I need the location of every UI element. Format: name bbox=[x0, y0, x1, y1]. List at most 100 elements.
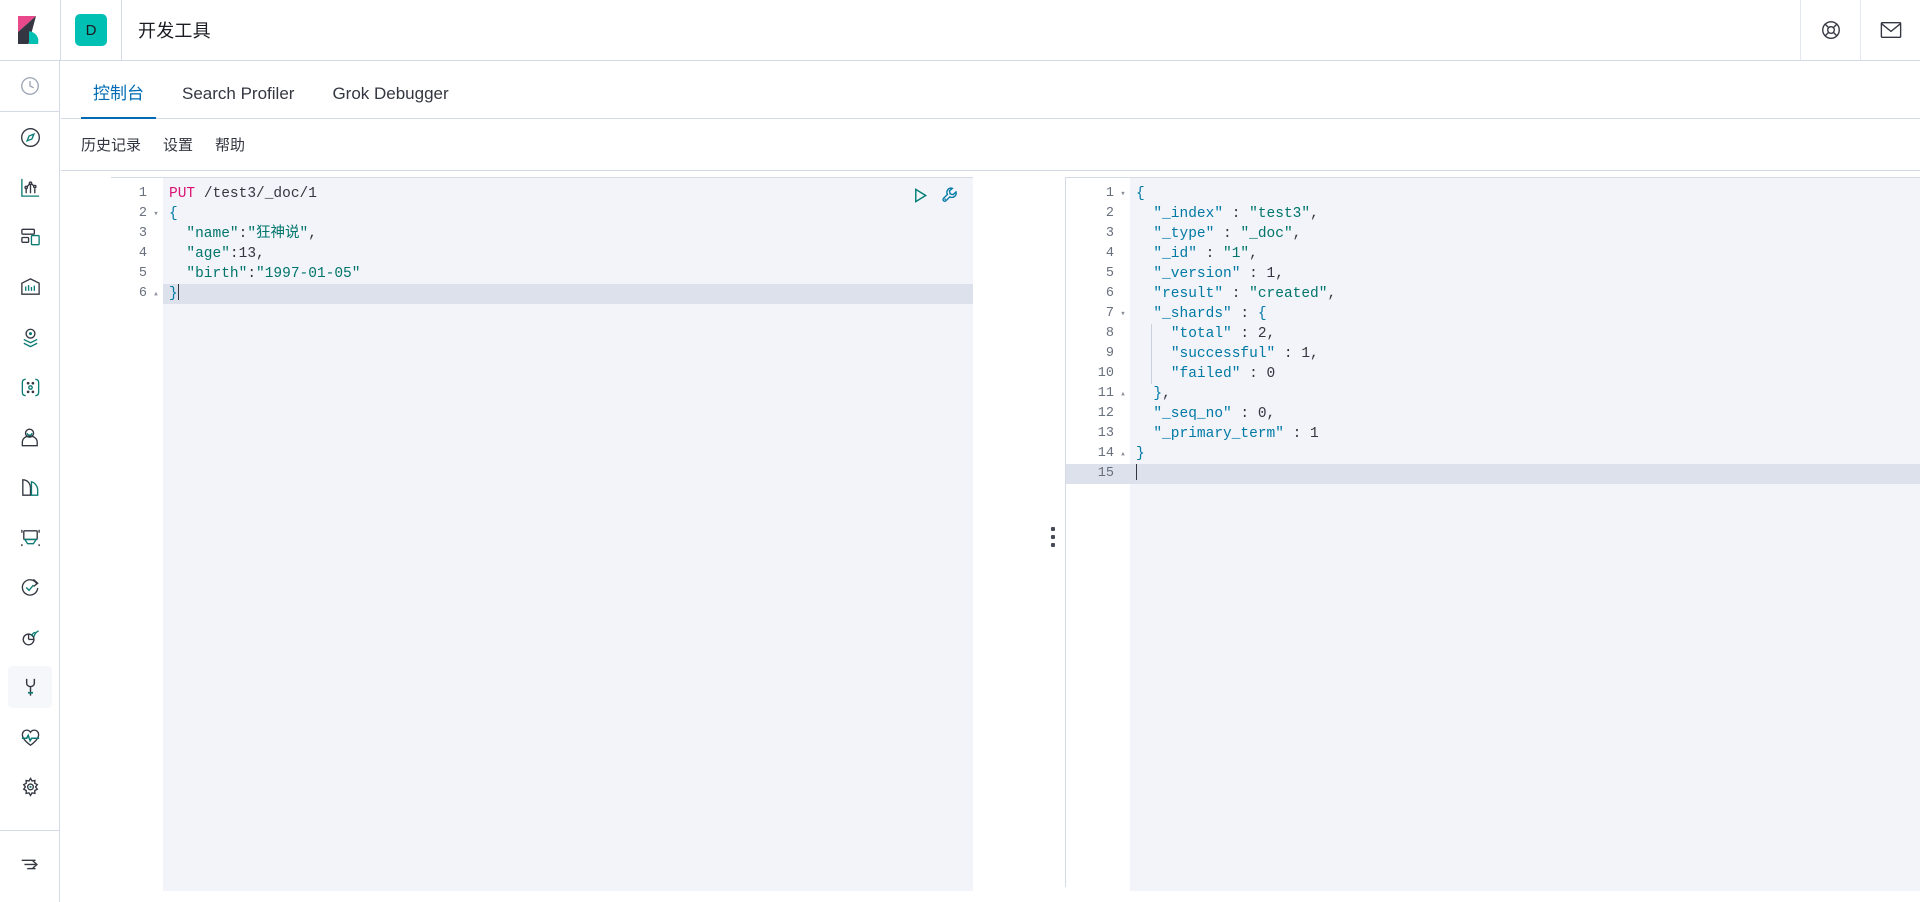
presentation-icon bbox=[20, 277, 40, 295]
line-text bbox=[1136, 464, 1137, 484]
line-text: "name":"狂神说", bbox=[169, 224, 317, 244]
code-line[interactable]: 7 ▾ "_shards" : { bbox=[1066, 304, 1920, 324]
bar-chart-icon bbox=[20, 178, 39, 197]
map-pin-layers-icon bbox=[22, 328, 38, 347]
token: } bbox=[169, 286, 178, 302]
code-line[interactable]: 1 ▾{ bbox=[1066, 184, 1920, 204]
panel-resize-handle[interactable] bbox=[1041, 171, 1065, 902]
code-line[interactable]: 2 "_index" : "test3", bbox=[1066, 204, 1920, 224]
token: , bbox=[1266, 326, 1276, 342]
sidebar-item-dashboard[interactable] bbox=[0, 212, 60, 262]
line-text: "_version" : 1, bbox=[1136, 264, 1284, 284]
token: "test3" bbox=[1249, 206, 1311, 222]
response-editor[interactable]: 1 ▾{2 "_index" : "test3", 3 "_type" : "_do… bbox=[1066, 177, 1920, 891]
token: , bbox=[1266, 406, 1276, 422]
sidebar-item-stack-monitoring[interactable] bbox=[0, 712, 60, 762]
code-fold-toggle[interactable]: ▾ bbox=[1118, 184, 1128, 204]
top-header: D 开发工具 bbox=[0, 0, 1920, 61]
code-fold-toggle[interactable]: ▾ bbox=[151, 204, 161, 224]
code-line[interactable]: 1 PUT /test3/_doc/1 bbox=[111, 184, 973, 204]
token: , bbox=[1310, 206, 1319, 222]
code-line[interactable]: 4 "_id" : "1", bbox=[1066, 244, 1920, 264]
sidebar-item-discover[interactable] bbox=[0, 112, 60, 162]
code-line[interactable]: 11 ▴ }, bbox=[1066, 384, 1920, 404]
code-line[interactable]: 6 ▴} bbox=[111, 284, 973, 304]
tab-grok-debugger[interactable]: Grok Debugger bbox=[320, 85, 460, 118]
sidebar-item-metrics[interactable] bbox=[0, 512, 60, 562]
line-number: 6 bbox=[1105, 286, 1114, 301]
line-number: 4 bbox=[138, 246, 147, 261]
line-number: 1 bbox=[138, 186, 147, 201]
code-line[interactable]: 4 "age":13, bbox=[111, 244, 973, 264]
subnav-settings[interactable]: 设置 bbox=[163, 134, 193, 155]
code-line[interactable]: 3 "_type" : "_doc", bbox=[1066, 224, 1920, 244]
token: "created" bbox=[1249, 286, 1328, 302]
code-line[interactable]: 8 "total" : 2, bbox=[1066, 324, 1920, 344]
code-line[interactable]: 12 "_seq_no" : 0, bbox=[1066, 404, 1920, 424]
code-line[interactable]: 13 "_primary_term" : 1 bbox=[1066, 424, 1920, 444]
sidebar-item-management[interactable] bbox=[0, 762, 60, 812]
subnav-help[interactable]: 帮助 bbox=[215, 134, 245, 155]
help-button[interactable] bbox=[1800, 0, 1860, 60]
sidebar-item-infrastructure[interactable] bbox=[0, 412, 60, 462]
sidebar-item-apm[interactable] bbox=[0, 612, 60, 662]
line-text: "age":13, bbox=[169, 244, 265, 264]
dashboard-icon bbox=[20, 228, 40, 245]
news-feed-button[interactable] bbox=[1860, 0, 1920, 60]
token: "total" bbox=[1170, 326, 1232, 342]
code-line[interactable]: 5 "_version" : 1, bbox=[1066, 264, 1920, 284]
sidebar-item-uptime[interactable] bbox=[0, 562, 60, 612]
tab-search-profiler[interactable]: Search Profiler bbox=[170, 85, 306, 118]
sidebar-item-canvas[interactable] bbox=[0, 262, 60, 312]
line-text: "birth":"1997-01-05" bbox=[169, 264, 360, 284]
code-line[interactable]: 10 "failed" : 0 bbox=[1066, 364, 1920, 384]
response-lines[interactable]: 1 ▾{2 "_index" : "test3", 3 "_type" : "_do… bbox=[1066, 184, 1920, 484]
token: : bbox=[1231, 306, 1258, 322]
sidebar-item-logs[interactable] bbox=[0, 462, 60, 512]
code-line[interactable]: 6 "result" : "created", bbox=[1066, 284, 1920, 304]
kibana-logo-button[interactable] bbox=[0, 0, 60, 60]
code-line[interactable]: 3 "name":"狂神说", bbox=[111, 224, 973, 244]
compass-icon bbox=[20, 127, 40, 147]
token: PUT bbox=[169, 186, 196, 202]
request-lines[interactable]: 1 PUT /test3/_doc/1 2 ▾{3 "name":"狂神说", 4 "a… bbox=[111, 184, 973, 304]
code-line[interactable]: 2 ▾{ bbox=[111, 204, 973, 224]
token: 1 bbox=[1266, 266, 1276, 282]
metrics-monitor-icon bbox=[20, 529, 40, 546]
code-fold-toggle[interactable]: ▴ bbox=[1118, 444, 1128, 464]
graph-nodes-icon bbox=[21, 378, 39, 396]
space-avatar[interactable]: D bbox=[75, 14, 107, 46]
sidebar-item-dev-tools[interactable] bbox=[0, 662, 60, 712]
wrench-menu-icon bbox=[942, 187, 957, 202]
user-profile-icon bbox=[21, 427, 38, 446]
code-line[interactable]: 5 "birth":"1997-01-05" bbox=[111, 264, 973, 284]
token: : bbox=[1231, 326, 1258, 342]
run-request-button[interactable] bbox=[912, 187, 929, 209]
line-text: "_primary_term" : 1 bbox=[1136, 424, 1318, 444]
code-fold-toggle[interactable]: ▴ bbox=[1118, 384, 1128, 404]
sidebar-item-collapse-nav[interactable] bbox=[0, 839, 60, 889]
request-editor[interactable]: 1 PUT /test3/_doc/1 2 ▾{3 "name":"狂神说", 4 "a… bbox=[111, 177, 973, 891]
tab-console[interactable]: 控制台 bbox=[81, 85, 156, 119]
request-menu-button[interactable] bbox=[941, 186, 959, 209]
code-line[interactable]: 15 bbox=[1066, 464, 1920, 484]
sidebar-item-visualize[interactable] bbox=[0, 162, 60, 212]
sidebar-item-recently-viewed[interactable] bbox=[0, 61, 60, 111]
token: : bbox=[1240, 366, 1267, 382]
code-fold-toggle[interactable]: ▾ bbox=[1118, 304, 1128, 324]
line-text: }, bbox=[1136, 384, 1170, 404]
token: , bbox=[256, 246, 265, 262]
sidebar-item-machine-learning[interactable] bbox=[0, 362, 60, 412]
sidebar-item-maps[interactable] bbox=[0, 312, 60, 362]
token: "_type" bbox=[1153, 226, 1215, 242]
code-fold-toggle[interactable]: ▴ bbox=[151, 284, 161, 304]
token: , bbox=[1275, 266, 1284, 282]
code-line[interactable]: 14 ▴} bbox=[1066, 444, 1920, 464]
primary-nav-rail bbox=[0, 61, 60, 902]
active-line-highlight bbox=[163, 284, 973, 304]
subnav-history[interactable]: 历史记录 bbox=[81, 134, 141, 155]
code-line[interactable]: 9 "successful" : 1, bbox=[1066, 344, 1920, 364]
